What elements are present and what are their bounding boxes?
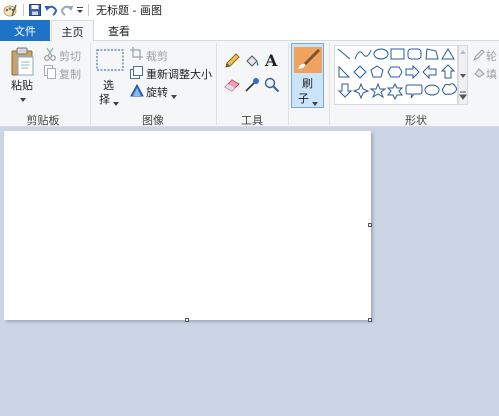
brush-label-line1: 刷 — [302, 77, 313, 90]
copy-button[interactable]: 复制 — [59, 66, 81, 82]
tools-group-label: 工具 — [241, 114, 263, 127]
magnifier-icon[interactable] — [264, 77, 280, 96]
paint-app-icon[interactable] — [0, 0, 20, 20]
brush-label-line2: 子 — [298, 92, 309, 105]
rounded-callout-shape-icon[interactable] — [405, 84, 423, 99]
line-shape-icon[interactable] — [337, 48, 351, 60]
window-title: 无标题 - 画图 — [96, 4, 162, 17]
paste-dropdown-icon[interactable] — [20, 92, 26, 105]
oval-shape-icon[interactable] — [373, 48, 389, 60]
fill-bucket-icon[interactable] — [244, 53, 260, 72]
up-arrow-shape-icon[interactable] — [440, 64, 456, 79]
tab-view[interactable]: 查看 — [98, 20, 140, 42]
shapes-gallery — [334, 45, 458, 105]
oval-callout-shape-icon[interactable] — [424, 84, 440, 96]
group-separator — [329, 43, 330, 125]
tab-file[interactable]: 文件 — [0, 20, 50, 41]
save-icon[interactable] — [27, 0, 43, 20]
image-group-label: 图像 — [142, 114, 164, 127]
shape-outline-button[interactable]: 轮 — [486, 48, 497, 64]
right-arrow-shape-icon[interactable] — [405, 64, 420, 80]
diamond-shape-icon[interactable] — [353, 65, 367, 79]
pentagon-shape-icon[interactable] — [370, 65, 384, 78]
ribbon: 粘贴 剪切 复制 剪贴板 选 择 裁剪 重新调整大小 旋转 图像 A 工具 刷 … — [0, 41, 499, 127]
copy-icon[interactable] — [44, 65, 56, 82]
cut-icon[interactable] — [44, 47, 56, 64]
group-separator — [216, 43, 217, 125]
triangle-shape-icon[interactable] — [441, 48, 455, 60]
undo-icon[interactable] — [43, 0, 59, 20]
rotate-dropdown-icon[interactable] — [171, 89, 177, 102]
brush-icon — [294, 47, 322, 76]
canvas-resize-handle-corner[interactable] — [368, 318, 372, 322]
svg-text:A: A — [264, 51, 278, 69]
ribbon-tabs: 文件 主页 查看 — [0, 20, 499, 42]
down-arrow-shape-icon[interactable] — [337, 83, 353, 98]
curve-shape-icon[interactable] — [354, 49, 372, 60]
shape-fill-button[interactable]: 填 — [486, 66, 497, 82]
right-triangle-shape-icon[interactable] — [338, 65, 351, 78]
drawing-canvas[interactable] — [4, 131, 371, 320]
rectangle-shape-icon[interactable] — [390, 48, 405, 60]
cut-button[interactable]: 剪切 — [59, 48, 81, 64]
shape-fill-icon[interactable] — [473, 66, 485, 81]
color-picker-icon[interactable] — [244, 77, 260, 96]
six-point-star-shape-icon[interactable] — [386, 82, 404, 101]
workspace — [0, 127, 499, 416]
title-bar: 无标题 - 画图 — [0, 0, 499, 20]
five-point-star-shape-icon[interactable] — [369, 82, 387, 99]
canvas-resize-handle-bottom[interactable] — [185, 318, 189, 322]
tab-home[interactable]: 主页 — [51, 20, 94, 42]
select-icon[interactable] — [96, 49, 124, 74]
shapes-scroll-down-icon[interactable] — [460, 74, 466, 78]
clipboard-group-label: 剪贴板 — [26, 114, 60, 127]
title-separator — [88, 4, 89, 16]
group-separator — [288, 43, 289, 125]
select-button-line2[interactable]: 择 — [99, 91, 110, 107]
brushes-button[interactable]: 刷 子 — [291, 43, 324, 108]
shapes-scrollbar[interactable] — [458, 45, 468, 105]
crop-button[interactable]: 裁剪 — [146, 48, 168, 64]
crop-icon[interactable] — [130, 47, 143, 63]
shapes-group-label: 形状 — [405, 114, 427, 127]
select-dropdown-icon[interactable] — [113, 96, 119, 109]
cloud-callout-shape-icon[interactable] — [442, 83, 457, 95]
text-icon[interactable]: A — [264, 51, 280, 72]
customize-quick-access-icon[interactable] — [75, 0, 85, 20]
paste-icon[interactable] — [10, 47, 36, 80]
pencil-icon[interactable] — [224, 53, 240, 72]
hexagon-shape-icon[interactable] — [387, 66, 403, 78]
shapes-more-icon[interactable] — [459, 91, 467, 100]
canvas-resize-handle-right[interactable] — [368, 223, 372, 227]
resize-icon[interactable] — [130, 66, 143, 82]
group-separator — [90, 43, 91, 125]
rounded-rectangle-shape-icon[interactable] — [407, 48, 422, 60]
resize-button[interactable]: 重新调整大小 — [146, 66, 212, 82]
four-point-star-shape-icon[interactable] — [352, 82, 370, 100]
rotate-button[interactable]: 旋转 — [146, 84, 168, 100]
redo-icon[interactable] — [59, 0, 75, 20]
polygon-shape-icon[interactable] — [425, 48, 439, 60]
left-arrow-shape-icon[interactable] — [422, 64, 437, 80]
paste-button[interactable]: 粘贴 — [11, 77, 33, 93]
quick-access-separator — [23, 4, 24, 16]
brush-dropdown-icon — [312, 96, 318, 109]
shape-outline-icon[interactable] — [472, 49, 485, 64]
shapes-scroll-up-icon[interactable] — [460, 50, 466, 54]
eraser-icon[interactable] — [224, 78, 240, 95]
rotate-icon[interactable] — [130, 83, 144, 100]
